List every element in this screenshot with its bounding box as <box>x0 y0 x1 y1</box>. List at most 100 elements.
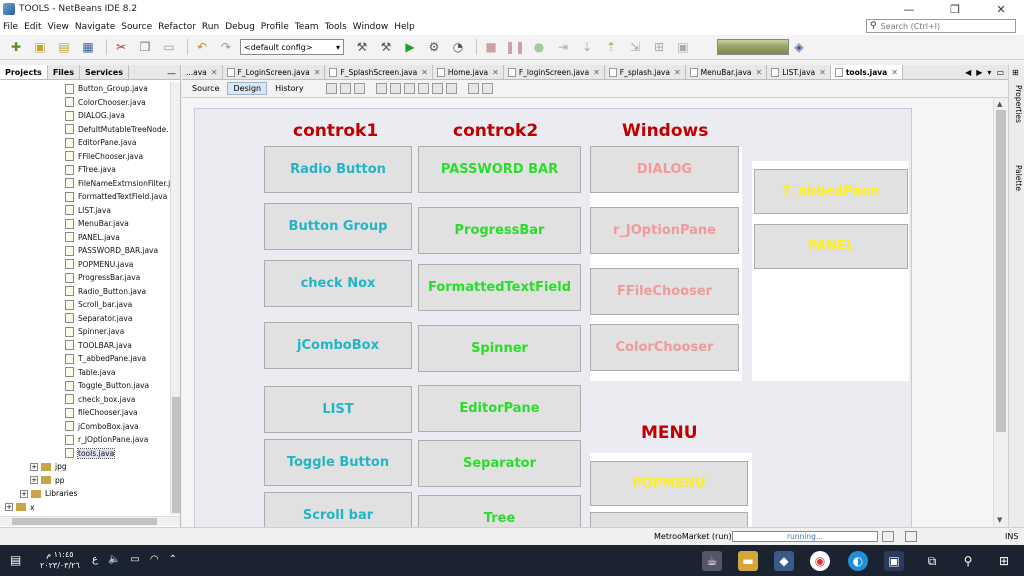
file-tree-item[interactable]: FormattedTextField.java <box>0 190 170 204</box>
expand-icon[interactable]: + <box>30 476 38 485</box>
close-tab-icon[interactable]: ✕ <box>314 68 321 77</box>
task-view-icon[interactable]: ⧉ <box>922 551 942 571</box>
button-group-btn[interactable]: Button Group <box>264 203 412 250</box>
tree-folder-node[interactable]: + jpg <box>0 460 170 474</box>
step-out-icon[interactable]: ⇡ <box>601 38 621 56</box>
file-tree-item[interactable]: Separator.java <box>0 312 170 326</box>
volume-icon[interactable]: 🔈 <box>108 554 120 565</box>
history-view-button[interactable]: History <box>269 82 309 95</box>
menu-tools[interactable]: Tools <box>325 22 351 32</box>
restore-button[interactable]: ❐ <box>932 0 978 18</box>
file-tree-item[interactable]: Spinner.java <box>0 325 170 339</box>
menu-window[interactable]: Window <box>353 22 393 32</box>
search-icon[interactable]: ⚲ <box>958 551 978 571</box>
file-chooser-btn[interactable]: FFileChooser <box>590 268 739 315</box>
build-icon[interactable]: ⚒ <box>352 38 372 56</box>
formatted-text-field-btn[interactable]: FormattedTextField <box>418 264 581 311</box>
copy-icon[interactable]: ❐ <box>135 38 155 56</box>
popup-menu-btn[interactable]: POPMENU <box>590 461 748 506</box>
save-all-icon[interactable]: ▦ <box>78 38 98 56</box>
windows-title[interactable]: Windows <box>622 121 708 141</box>
menu-refactor[interactable]: Refactor <box>158 22 200 32</box>
toggle-button-btn[interactable]: Toggle Button <box>264 439 412 486</box>
tab-files[interactable]: Files <box>48 65 80 79</box>
design-view-button[interactable]: Design <box>227 82 268 95</box>
scroll-up-icon[interactable]: ▲ <box>997 100 1002 108</box>
run-icon[interactable]: ▶ <box>400 38 420 56</box>
scroll-down-icon[interactable]: ▼ <box>997 516 1002 524</box>
scroll-tabs-right-icon[interactable]: ▶ <box>976 68 982 77</box>
resize-vertical-icon[interactable] <box>481 83 493 94</box>
redo-icon[interactable]: ↷ <box>216 38 236 56</box>
close-tab-icon[interactable]: ✕ <box>593 68 600 77</box>
editor-tab[interactable]: F_SplashScreen.java ✕ <box>325 65 433 79</box>
editor-tab[interactable]: LIST.java ✕ <box>767 65 831 79</box>
progress-bar-btn[interactable]: ProgressBar <box>418 207 581 254</box>
battery-icon[interactable]: ▭ <box>130 554 139 565</box>
paste-icon[interactable]: ▭ <box>159 38 179 56</box>
maximize-icon[interactable]: ⊞ <box>1012 68 1019 77</box>
controls2-title[interactable]: controk2 <box>453 121 538 141</box>
progress-bar[interactable]: running... <box>732 531 878 542</box>
center-vertically-icon[interactable] <box>445 83 457 94</box>
editor-tab[interactable]: tools.java ✕ <box>830 65 903 79</box>
separator-btn[interactable]: Separator <box>418 440 581 487</box>
tree-folder-node[interactable]: + pp <box>0 474 170 488</box>
close-tab-icon[interactable]: ✕ <box>421 68 428 77</box>
properties-tab[interactable]: Properties <box>1011 85 1023 123</box>
menu-title[interactable]: MENU <box>641 423 698 443</box>
tree-folder-node[interactable]: + Libraries <box>0 487 170 501</box>
file-tree-item[interactable]: r_JOptionPane.java <box>0 433 170 447</box>
close-tab-icon[interactable]: ✕ <box>492 68 499 77</box>
new-project-icon[interactable]: ▣ <box>30 38 50 56</box>
tab-projects[interactable]: Projects <box>0 65 48 79</box>
selection-mode-icon[interactable] <box>325 83 337 94</box>
file-tree-item[interactable]: T_abbedPane.java <box>0 352 170 366</box>
menu-item-btn[interactable] <box>590 512 748 527</box>
controls1-title[interactable]: controk1 <box>293 121 378 141</box>
file-tree-item[interactable]: PANEL.java <box>0 231 170 245</box>
apply-changes-icon[interactable]: ⊞ <box>649 38 669 56</box>
close-tab-icon[interactable]: ✕ <box>819 68 826 77</box>
store-icon[interactable]: ▣ <box>884 551 904 571</box>
new-file-icon[interactable]: ✚ <box>6 38 26 56</box>
list-btn[interactable]: LIST <box>264 386 412 433</box>
tabbed-pane-btn[interactable]: T_abbedPane <box>754 169 908 214</box>
menu-run[interactable]: Run <box>202 22 223 32</box>
panel-btn[interactable]: PANEL <box>754 224 908 269</box>
editor-tab[interactable]: MenuBar.java ✕ <box>686 65 768 79</box>
check-box-btn[interactable]: check Nox <box>264 260 412 307</box>
file-tree-item[interactable]: LIST.java <box>0 204 170 218</box>
file-tree-item[interactable]: FileNameExtrnsionFilter.j <box>0 177 170 191</box>
search-input[interactable]: ⚲ Search (Ctrl+I) <box>866 19 1016 33</box>
close-tab-icon[interactable]: ✕ <box>891 68 898 77</box>
file-tree-item[interactable]: Scroll_bar.java <box>0 298 170 312</box>
gc-icon[interactable]: ◈ <box>789 38 809 56</box>
editor-tab[interactable]: F_LoginScreen.java ✕ <box>223 65 326 79</box>
editor-tab[interactable]: ...ava ✕ <box>182 65 223 79</box>
align-right-icon[interactable] <box>389 83 401 94</box>
center-horizontally-icon[interactable] <box>403 83 415 94</box>
password-bar-btn[interactable]: PASSWORD BAR <box>418 146 581 193</box>
chrome-icon[interactable]: ◉ <box>810 551 830 571</box>
menu-edit[interactable]: Edit <box>24 22 45 32</box>
close-button[interactable]: ✕ <box>978 0 1024 18</box>
file-tree-item[interactable]: ProgressBar.java <box>0 271 170 285</box>
step-into-icon[interactable]: ⇣ <box>577 38 597 56</box>
profile-icon[interactable]: ◔ <box>448 38 468 56</box>
file-tree-item[interactable]: PASSWORD_BAR.java <box>0 244 170 258</box>
tree-vertical-scrollbar[interactable] <box>170 82 180 515</box>
expand-icon[interactable]: + <box>30 462 38 471</box>
align-top-icon[interactable] <box>417 83 429 94</box>
editor-tab[interactable]: Home.java ✕ <box>433 65 504 79</box>
menu-debug[interactable]: Debug <box>225 22 259 32</box>
close-tab-icon[interactable]: ✕ <box>211 68 218 77</box>
editor-tab[interactable]: F_loginScreen.java ✕ <box>504 65 605 79</box>
resize-horizontal-icon[interactable] <box>467 83 479 94</box>
continue-icon[interactable]: ● <box>529 38 549 56</box>
minimize-button[interactable]: — <box>886 0 932 18</box>
config-select[interactable]: <default config> ▾ <box>240 39 344 55</box>
close-tab-icon[interactable]: ✕ <box>755 68 762 77</box>
tab-list-icon[interactable]: ▾ <box>987 68 991 77</box>
debug-icon[interactable]: ⚙ <box>424 38 444 56</box>
